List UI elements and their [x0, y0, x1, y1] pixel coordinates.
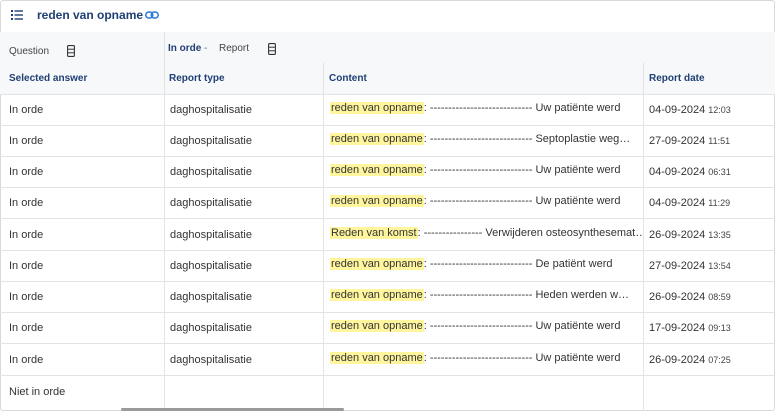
- cell-answer: In orde: [9, 104, 44, 116]
- date: 26-09-2024: [649, 291, 706, 303]
- column-header-selected-answer[interactable]: Selected answer: [9, 73, 87, 84]
- cell-answer: Niet in orde: [9, 386, 66, 398]
- content-text: : ---------------------------- Uw patiën…: [423, 352, 621, 364]
- cell-report-date: 27-09-2024 13:54: [649, 260, 731, 272]
- cell-report-type: daghospitalisatie: [170, 260, 252, 272]
- content-highlight: reden van opname: [330, 195, 424, 207]
- question-label: Question: [9, 46, 50, 57]
- content-text: : ---------------------------- De patiën…: [423, 258, 613, 270]
- content-highlight: reden van opname: [330, 258, 424, 270]
- time: 12:03: [708, 105, 731, 115]
- table-row[interactable]: In orde daghospitalisatie reden van opna…: [0, 188, 775, 219]
- time: 11:51: [708, 136, 731, 146]
- filter-separator: -: [204, 43, 208, 54]
- content-highlight: reden van opname: [330, 352, 424, 364]
- content-text: : ---------------------------- Uw patiën…: [423, 195, 621, 207]
- content-text: : ---------------------------- Uw patiën…: [423, 102, 621, 114]
- cell-report-date: 04-09-2024 11:29: [649, 197, 730, 209]
- content-text: : ---------------------------- Heden wer…: [423, 289, 630, 301]
- cell-answer: In orde: [9, 322, 44, 334]
- cell-content: reden van opname: ----------------------…: [330, 320, 642, 332]
- link-icon[interactable]: [145, 9, 159, 21]
- cell-report-date: 26-09-2024 07:25: [649, 354, 731, 366]
- table-row[interactable]: In orde daghospitalisatie reden van opna…: [0, 157, 775, 188]
- table-row[interactable]: In orde daghospitalisatie Reden van koms…: [0, 220, 775, 251]
- cell-answer: In orde: [9, 166, 44, 178]
- table-row[interactable]: In orde daghospitalisatie reden van opna…: [0, 313, 775, 344]
- date: 04-09-2024: [649, 104, 706, 116]
- content-text: : ---------------------------- Uw patiën…: [423, 164, 621, 176]
- cell-report-type: daghospitalisatie: [170, 166, 252, 178]
- table-row[interactable]: In orde daghospitalisatie reden van opna…: [0, 345, 775, 376]
- content-text: : ---------------------------- Septoplas…: [423, 133, 631, 145]
- cell-report-date: 17-09-2024 09:13: [649, 322, 731, 334]
- cell-report-type: daghospitalisatie: [170, 197, 252, 209]
- report-label: Report: [219, 43, 250, 54]
- table-row[interactable]: In orde daghospitalisatie reden van opna…: [0, 282, 775, 313]
- cell-content: reden van opname: ----------------------…: [330, 102, 642, 114]
- date: 26-09-2024: [649, 229, 706, 241]
- cell-report-date: 26-09-2024 08:59: [649, 291, 731, 303]
- cell-report-type: daghospitalisatie: [170, 291, 252, 303]
- time: 13:54: [708, 261, 731, 271]
- time: 07:25: [708, 355, 731, 365]
- content-text: : ---------------------------- Uw patiën…: [423, 320, 621, 332]
- table-row[interactable]: Niet in orde: [0, 376, 775, 407]
- content-highlight: reden van opname: [330, 133, 424, 145]
- cell-content: reden van opname: ----------------------…: [330, 133, 642, 145]
- answer-filter[interactable]: In orde: [168, 43, 201, 54]
- table-row[interactable]: In orde daghospitalisatie reden van opna…: [0, 95, 775, 126]
- column-settings-icon[interactable]: [268, 43, 276, 55]
- time: 11:29: [708, 198, 731, 208]
- time: 13:35: [708, 230, 731, 240]
- cell-report-date: 04-09-2024 12:03: [649, 104, 731, 116]
- date: 26-09-2024: [649, 354, 706, 366]
- column-header-report-date[interactable]: Report date: [649, 73, 705, 84]
- cell-report-type: daghospitalisatie: [170, 135, 252, 147]
- cell-answer: In orde: [9, 197, 44, 209]
- cell-content: reden van opname: ----------------------…: [330, 352, 642, 364]
- cell-content: reden van opname: ----------------------…: [330, 195, 642, 207]
- content-highlight: reden van opname: [330, 320, 424, 332]
- cell-report-type: daghospitalisatie: [170, 322, 252, 334]
- cell-content: Reden van komst: ---------------- Verwij…: [330, 227, 642, 239]
- cell-content: reden van opname: ----------------------…: [330, 258, 642, 270]
- table-row[interactable]: In orde daghospitalisatie reden van opna…: [0, 126, 775, 157]
- cell-answer: In orde: [9, 260, 44, 272]
- content-highlight: reden van opname: [330, 289, 424, 301]
- table-row[interactable]: In orde daghospitalisatie reden van opna…: [0, 251, 775, 282]
- column-settings-icon[interactable]: [67, 45, 75, 57]
- content-text: : ---------------- Verwijderen osteosynt…: [417, 227, 642, 239]
- content-highlight: reden van opname: [330, 164, 424, 176]
- cell-answer: In orde: [9, 229, 44, 241]
- cell-content: reden van opname: ----------------------…: [330, 164, 642, 176]
- date: 04-09-2024: [649, 197, 706, 209]
- hamburger-list-icon[interactable]: [11, 9, 23, 21]
- table-header: [0, 32, 775, 95]
- column-header-report-type[interactable]: Report type: [169, 73, 225, 84]
- cell-report-type: daghospitalisatie: [170, 229, 252, 241]
- date: 17-09-2024: [649, 322, 706, 334]
- panel-header: reden van opname: [0, 0, 775, 32]
- cell-report-type: daghospitalisatie: [170, 104, 252, 116]
- cell-report-type: daghospitalisatie: [170, 354, 252, 366]
- cell-content: reden van opname: ----------------------…: [330, 289, 642, 301]
- page-title: reden van opname: [37, 8, 144, 22]
- date: 27-09-2024: [649, 260, 706, 272]
- content-highlight: reden van opname: [330, 102, 424, 114]
- cell-report-date: 26-09-2024 13:35: [649, 229, 731, 241]
- date: 04-09-2024: [649, 166, 706, 178]
- cell-report-date: 27-09-2024 11:51: [649, 135, 730, 147]
- cell-answer: In orde: [9, 354, 44, 366]
- time: 09:13: [708, 323, 731, 333]
- cell-answer: In orde: [9, 291, 44, 303]
- date: 27-09-2024: [649, 135, 706, 147]
- cell-answer: In orde: [9, 135, 44, 147]
- time: 06:31: [708, 167, 731, 177]
- cell-report-date: 04-09-2024 06:31: [649, 166, 731, 178]
- content-highlight: Reden van komst: [330, 227, 418, 239]
- time: 08:59: [708, 292, 731, 302]
- column-header-content[interactable]: Content: [329, 73, 367, 84]
